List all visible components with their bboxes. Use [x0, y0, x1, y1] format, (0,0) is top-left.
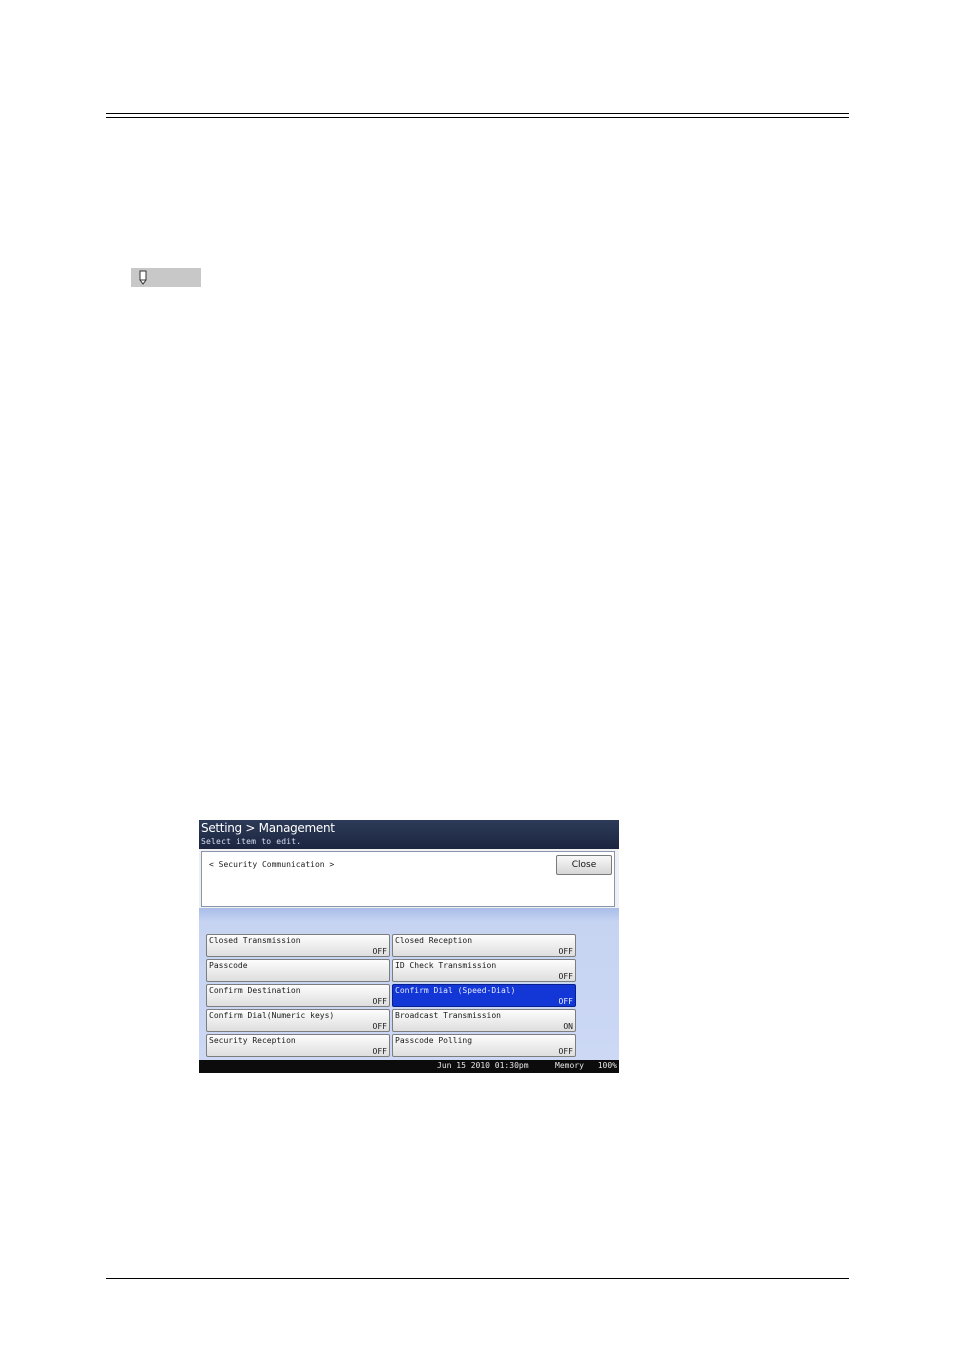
item-label: Closed Reception — [395, 936, 473, 945]
item-value: ON — [563, 1022, 573, 1031]
item-label: Passcode Polling — [395, 1036, 473, 1045]
header-rule-upper — [106, 113, 849, 114]
header-rule-lower — [106, 117, 849, 118]
item-value: OFF — [558, 972, 573, 981]
broadcast-transmission-button[interactable]: Broadcast Transmission ON — [392, 1009, 576, 1032]
item-value: OFF — [558, 997, 573, 1006]
section-panel: < Security Communication > Close — [201, 851, 615, 907]
item-value: OFF — [372, 997, 387, 1006]
device-screen: Setting > Management Select item to edit… — [199, 820, 619, 1073]
id-check-transmission-button[interactable]: ID Check Transmission OFF — [392, 959, 576, 982]
footer-rule — [106, 1278, 849, 1279]
item-value: OFF — [372, 1022, 387, 1031]
status-memory-value: 100% — [597, 1061, 617, 1070]
item-value: OFF — [558, 1047, 573, 1056]
screen-subtitle: Select item to edit. — [201, 837, 302, 846]
item-label: Broadcast Transmission — [395, 1011, 501, 1020]
item-value: OFF — [558, 947, 573, 956]
status-memory-label: Memory — [555, 1061, 584, 1070]
confirm-destination-button[interactable]: Confirm Destination OFF — [206, 984, 390, 1007]
item-value: OFF — [372, 947, 387, 956]
closed-transmission-button[interactable]: Closed Transmission OFF — [206, 934, 390, 957]
item-label: Closed Transmission — [209, 936, 301, 945]
passcode-polling-button[interactable]: Passcode Polling OFF — [392, 1034, 576, 1057]
item-label: ID Check Transmission — [395, 961, 497, 970]
item-label: Passcode — [209, 961, 248, 970]
item-label: Security Reception — [209, 1036, 296, 1045]
confirm-dial-numeric-keys-button[interactable]: Confirm Dial(Numeric keys) OFF — [206, 1009, 390, 1032]
confirm-dial-speed-dial-button[interactable]: Confirm Dial (Speed-Dial) OFF — [392, 984, 576, 1007]
status-bar: Jun 15 2010 01:30pm Memory 100% — [199, 1060, 619, 1073]
screen-title: Setting > Management — [201, 821, 335, 835]
note-badge — [131, 268, 201, 287]
status-datetime: Jun 15 2010 01:30pm — [437, 1061, 529, 1070]
item-label: Confirm Destination — [209, 986, 301, 995]
passcode-button[interactable]: Passcode — [206, 959, 390, 982]
item-label: Confirm Dial(Numeric keys) — [209, 1011, 335, 1020]
section-title: < Security Communication > — [209, 860, 335, 869]
close-button[interactable]: Close — [556, 855, 612, 875]
closed-reception-button[interactable]: Closed Reception OFF — [392, 934, 576, 957]
item-label: Confirm Dial (Speed-Dial) — [395, 986, 516, 995]
item-value: OFF — [372, 1047, 387, 1056]
title-bar: Setting > Management Select item to edit… — [199, 820, 619, 849]
security-reception-button[interactable]: Security Reception OFF — [206, 1034, 390, 1057]
